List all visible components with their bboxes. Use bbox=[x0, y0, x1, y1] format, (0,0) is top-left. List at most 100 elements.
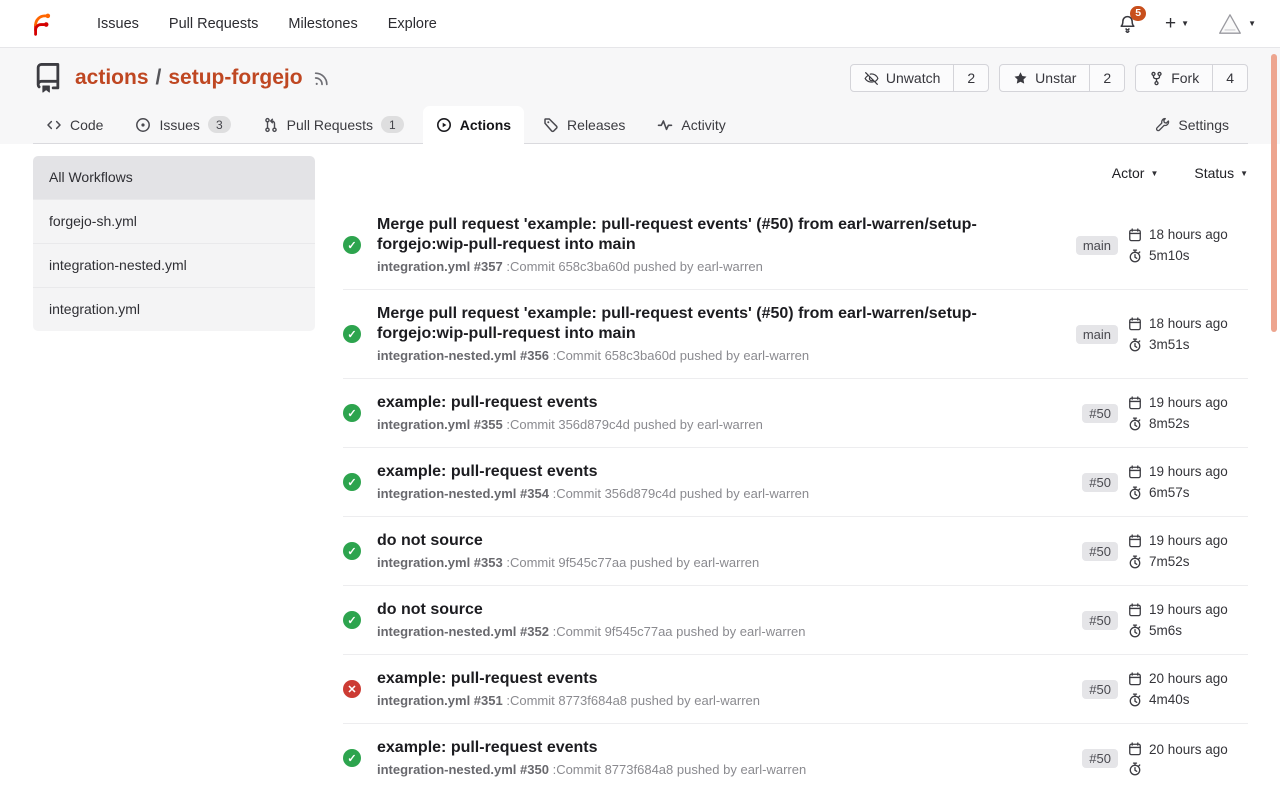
actions-content: All Workflows forgejo-sh.yml integration… bbox=[0, 144, 1280, 792]
issue-icon bbox=[135, 117, 151, 133]
run-title-link[interactable]: example: pull-request events bbox=[377, 738, 1007, 758]
repo-action-button-group: Unstar 2 bbox=[999, 64, 1125, 92]
run-subtitle: integration.yml #353 :Commit 9f545c77aa … bbox=[377, 555, 1066, 571]
run-subtitle: integration.yml #355 :Commit 356d879c4d … bbox=[377, 417, 1066, 433]
workflow-run-row[interactable]: ✕ example: pull-request events integrati… bbox=[343, 654, 1248, 723]
calendar-icon bbox=[1128, 228, 1142, 242]
pull-request-icon bbox=[263, 117, 279, 133]
run-subtitle: integration-nested.yml #356 :Commit 658c… bbox=[377, 348, 1060, 364]
run-workflow-ref: integration.yml #351 bbox=[377, 693, 503, 708]
unwatch-button[interactable]: Unwatch bbox=[851, 65, 953, 91]
actor-filter-dropdown[interactable]: Actor ▼ bbox=[1112, 165, 1159, 181]
workflow-run-row[interactable]: ✓ Merge pull request 'example: pull-requ… bbox=[343, 205, 1248, 289]
repo-owner-link[interactable]: actions bbox=[75, 66, 149, 90]
repo-action-count[interactable]: 2 bbox=[953, 65, 988, 91]
tab-activity[interactable]: Activity bbox=[644, 106, 738, 143]
chevron-down-icon: ▼ bbox=[1240, 169, 1248, 178]
page-scrollbar[interactable] bbox=[1271, 54, 1277, 332]
fork-button[interactable]: Fork bbox=[1136, 65, 1212, 91]
run-ref-badge[interactable]: #50 bbox=[1082, 680, 1118, 699]
workflow-run-row[interactable]: ✓ example: pull-request events integrati… bbox=[343, 378, 1248, 447]
tab-settings[interactable]: Settings bbox=[1142, 106, 1242, 143]
run-commit-info: :Commit 9f545c77aa pushed by earl-warren bbox=[553, 624, 806, 639]
wrench-icon bbox=[1155, 117, 1170, 132]
run-ref-badge[interactable]: #50 bbox=[1082, 611, 1118, 630]
tab-pull-requests[interactable]: Pull Requests 1 bbox=[250, 106, 417, 143]
run-time: 20 hours ago bbox=[1149, 741, 1228, 758]
run-meta: #50 20 hours ago bbox=[1082, 670, 1248, 708]
run-times: 20 hours ago bbox=[1128, 741, 1248, 776]
calendar-icon bbox=[1128, 742, 1142, 756]
sidebar-workflow-item[interactable]: integration.yml bbox=[33, 287, 315, 331]
run-title-link[interactable]: Merge pull request 'example: pull-reques… bbox=[377, 304, 1007, 344]
tab-releases[interactable]: Releases bbox=[530, 106, 638, 143]
notification-count-badge[interactable]: 5 bbox=[1130, 6, 1146, 21]
navbar-link-explore[interactable]: Explore bbox=[373, 0, 452, 48]
run-meta: #50 19 hours ago bbox=[1082, 601, 1248, 639]
unstar-button[interactable]: Unstar bbox=[1000, 65, 1089, 91]
notifications-bell-icon[interactable]: 5 bbox=[1118, 14, 1137, 33]
run-duration: 5m6s bbox=[1149, 622, 1182, 639]
run-ref-badge[interactable]: #50 bbox=[1082, 749, 1118, 768]
run-ref-badge[interactable]: main bbox=[1076, 236, 1118, 255]
workflow-run-row[interactable]: ✓ do not source integration.yml #353 :Co… bbox=[343, 516, 1248, 585]
run-times: 19 hours ago 6m57s bbox=[1128, 463, 1248, 501]
run-title-link[interactable]: example: pull-request events bbox=[377, 462, 1007, 482]
run-commit-info: :Commit 658c3ba60d pushed by earl-warren bbox=[553, 348, 810, 363]
sidebar-workflow-item[interactable]: forgejo-sh.yml bbox=[33, 199, 315, 243]
user-menu-dropdown[interactable]: ▼ bbox=[1217, 11, 1256, 37]
sidebar-item-label: integration-nested.yml bbox=[49, 257, 187, 273]
run-ref-badge[interactable]: #50 bbox=[1082, 473, 1118, 492]
run-title-link[interactable]: example: pull-request events bbox=[377, 669, 1007, 689]
workflow-run-row[interactable]: ✓ example: pull-request events integrati… bbox=[343, 723, 1248, 792]
workflow-run-row[interactable]: ✓ example: pull-request events integrati… bbox=[343, 447, 1248, 516]
status-filter-dropdown[interactable]: Status ▼ bbox=[1194, 165, 1248, 181]
workflow-run-row[interactable]: ✓ Merge pull request 'example: pull-requ… bbox=[343, 289, 1248, 378]
tab-label: Settings bbox=[1178, 117, 1229, 133]
run-ref-badge[interactable]: #50 bbox=[1082, 542, 1118, 561]
run-ref-badge[interactable]: main bbox=[1076, 325, 1118, 344]
repo-action-count[interactable]: 4 bbox=[1212, 65, 1247, 91]
run-duration: 6m57s bbox=[1149, 484, 1190, 501]
tab-issues[interactable]: Issues 3 bbox=[122, 106, 243, 143]
tab-label: Pull Requests bbox=[287, 117, 373, 133]
create-new-dropdown[interactable]: + ▼ bbox=[1165, 14, 1189, 33]
run-title-link[interactable]: Merge pull request 'example: pull-reques… bbox=[377, 215, 1007, 255]
run-failure-icon: ✕ bbox=[343, 680, 361, 698]
play-circle-icon bbox=[436, 117, 452, 133]
run-meta: main 18 hours ago bbox=[1076, 226, 1248, 264]
repo-action-count[interactable]: 2 bbox=[1089, 65, 1124, 91]
sidebar-workflow-item[interactable]: All Workflows bbox=[33, 156, 315, 199]
navbar-link-issues[interactable]: Issues bbox=[82, 0, 154, 48]
run-title-link[interactable]: example: pull-request events bbox=[377, 393, 1007, 413]
stopwatch-icon bbox=[1128, 693, 1142, 707]
navbar-link-pull-requests[interactable]: Pull Requests bbox=[154, 0, 273, 48]
run-title-link[interactable]: do not source bbox=[377, 531, 1007, 551]
tab-actions[interactable]: Actions bbox=[423, 106, 524, 144]
run-title-link[interactable]: do not source bbox=[377, 600, 1007, 620]
forgejo-logo-icon[interactable] bbox=[28, 11, 54, 37]
calendar-icon bbox=[1128, 672, 1142, 686]
tab-code[interactable]: Code bbox=[33, 106, 116, 143]
run-subtitle: integration-nested.yml #354 :Commit 356d… bbox=[377, 486, 1066, 502]
sidebar-item-label: All Workflows bbox=[49, 169, 133, 185]
stopwatch-icon bbox=[1128, 624, 1142, 638]
tab-label: Actions bbox=[460, 117, 511, 133]
repo-name-link[interactable]: setup-forgejo bbox=[168, 66, 302, 90]
sidebar-workflow-item[interactable]: integration-nested.yml bbox=[33, 243, 315, 287]
run-time: 19 hours ago bbox=[1149, 463, 1228, 480]
stopwatch-icon bbox=[1128, 417, 1142, 431]
run-success-icon: ✓ bbox=[343, 542, 361, 560]
run-success-icon: ✓ bbox=[343, 611, 361, 629]
run-filters: Actor ▼ Status ▼ bbox=[343, 156, 1248, 181]
workflow-run-row[interactable]: ✓ do not source integration-nested.yml #… bbox=[343, 585, 1248, 654]
run-meta: #50 19 hours ago bbox=[1082, 394, 1248, 432]
run-info: example: pull-request events integration… bbox=[377, 393, 1066, 433]
run-ref-badge[interactable]: #50 bbox=[1082, 404, 1118, 423]
tab-count-badge: 3 bbox=[208, 116, 231, 133]
run-times: 18 hours ago 5m10s bbox=[1128, 226, 1248, 264]
rss-feed-icon[interactable] bbox=[313, 70, 330, 87]
navbar-link-milestones[interactable]: Milestones bbox=[273, 0, 372, 48]
workflow-run-list: ✓ Merge pull request 'example: pull-requ… bbox=[343, 205, 1248, 792]
navbar-link-label: Milestones bbox=[288, 16, 357, 32]
